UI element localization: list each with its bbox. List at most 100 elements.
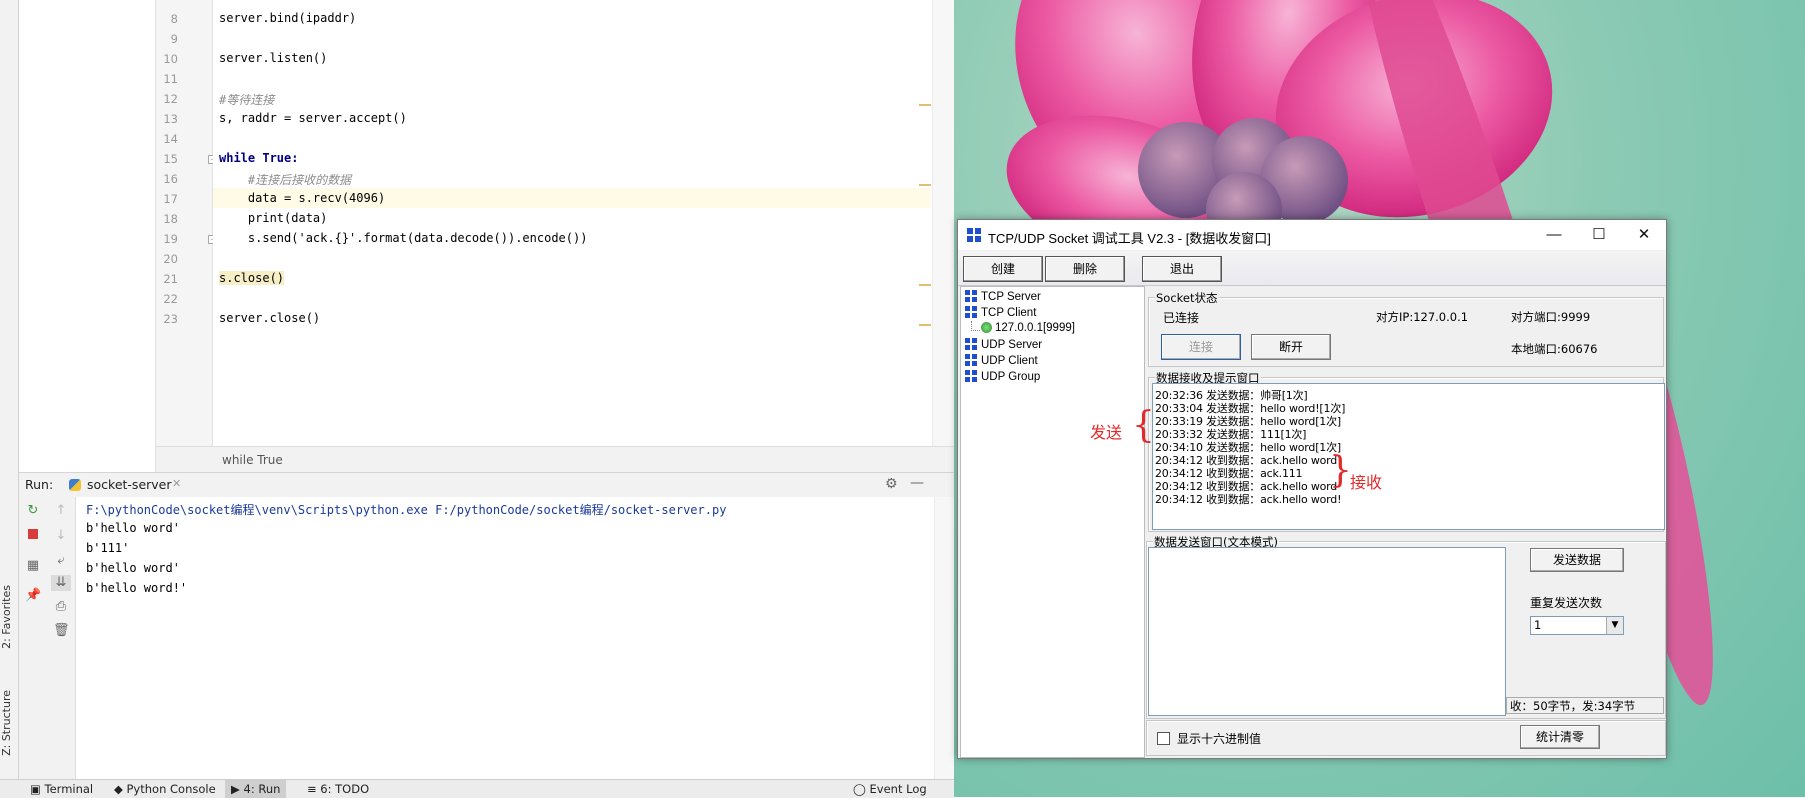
soft-wrap-icon[interactable]: ⤶ (53, 553, 69, 569)
app-icon (967, 228, 981, 242)
send-annotation: 发送 (1090, 423, 1123, 442)
console-line: b'hello word' (86, 561, 180, 575)
delete-button[interactable]: 删除 (1045, 256, 1125, 282)
terminal-tab[interactable]: ▣ Terminal (30, 782, 93, 796)
peer-port: 对方端口:9999 (1511, 310, 1591, 324)
run-panel-header: Run: socket-server ✕ ⚙ — (19, 472, 954, 498)
gutter-marker (919, 284, 931, 286)
code-line: s.send('ack.{}'.format(data.decode()).en… (219, 231, 588, 245)
minimize-icon[interactable]: — (1532, 220, 1576, 250)
console-output[interactable]: F:\pythonCode\socket编程\venv\Scripts\pyth… (76, 497, 934, 779)
trash-icon[interactable]: 🗑 (53, 623, 70, 639)
log-line: 20:34:12 收到数据：ack.hello word! (1155, 493, 1342, 506)
tree-item-udp-client[interactable]: UDP Client (965, 354, 1038, 367)
tree-label: UDP Client (981, 355, 1038, 367)
ide-window: 2: Favorites Z: Structure 8 9 10 11 12 1… (0, 0, 955, 798)
tree-label: 127.0.0.1[9999] (995, 322, 1075, 334)
run-tab-socket-server[interactable]: socket-server (87, 477, 172, 492)
up-arrow-icon[interactable]: ↑ (53, 503, 69, 519)
line-number: 12 (163, 92, 178, 106)
stop-icon[interactable] (25, 528, 41, 544)
layout-icon[interactable]: ▦ (25, 558, 41, 574)
gutter-marker (919, 324, 931, 326)
tree-item-tcp-client[interactable]: TCP Client (965, 306, 1036, 319)
down-arrow-icon[interactable]: ↓ (53, 528, 69, 544)
tab-label: 6: TODO (320, 782, 370, 796)
repeat-count-select[interactable]: 1 ▼ (1530, 616, 1624, 635)
line-number: 21 (163, 272, 178, 286)
maximize-icon[interactable]: ☐ (1577, 220, 1621, 250)
repeat-count-label: 重复发送次数 (1530, 596, 1603, 610)
line-number: 20 (163, 252, 178, 266)
editor-scrollbar[interactable] (932, 0, 955, 446)
title-bar[interactable]: TCP/UDP Socket 调试工具 V2.3 - [数据收发窗口] — ☐ … (958, 220, 1666, 250)
tab-label: Event Log (869, 782, 927, 796)
terminal-icon: ▣ (30, 782, 45, 796)
peer-ip: 对方IP:127.0.0.1 (1376, 310, 1469, 324)
code-line: s.close() (219, 271, 285, 285)
code-line: data = s.recv(4096) (219, 191, 386, 205)
favorites-tab[interactable]: 2: Favorites (0, 585, 18, 649)
tree-label: TCP Server (981, 291, 1041, 303)
clear-stats-button[interactable]: 统计清零 (1520, 725, 1600, 749)
hex-checkbox[interactable] (1157, 732, 1170, 745)
tree-item-udp-server[interactable]: UDP Server (965, 338, 1042, 351)
grid-icon (965, 306, 977, 318)
code-line: while True: (219, 151, 299, 165)
receive-annotation: 接收 (1350, 473, 1383, 492)
send-data-button[interactable]: 发送数据 (1530, 548, 1624, 572)
tree-label: UDP Group (981, 371, 1041, 383)
console-scrollbar[interactable] (934, 497, 955, 779)
minimize-panel-icon[interactable]: — (910, 475, 924, 491)
line-number: 14 (163, 132, 178, 146)
run-tab[interactable]: ▶ 4: Run (225, 780, 287, 798)
code-line: print(data) (219, 211, 328, 225)
window-title: TCP/UDP Socket 调试工具 V2.3 - [数据收发窗口] (988, 231, 1271, 246)
close-tab-icon[interactable]: ✕ (172, 477, 181, 490)
gutter-marker (919, 184, 931, 186)
gutter-marker (919, 104, 931, 106)
chevron-down-icon[interactable]: ▼ (1606, 617, 1623, 634)
run-icon: ▶ (231, 782, 244, 796)
code-line: #连接后接收的数据 (219, 173, 352, 187)
tree-item-tcp-server[interactable]: TCP Server (965, 290, 1041, 303)
group-label: Socket状态 (1155, 290, 1219, 306)
line-number: 9 (170, 32, 178, 46)
console-line: b'hello word' (86, 521, 180, 535)
line-number-gutter: 8 9 10 11 12 13 14 15 16 17 18 19 20 21 … (156, 0, 217, 446)
print-icon[interactable]: ⎙ (53, 599, 69, 615)
left-tool-strip: 2: Favorites Z: Structure (0, 0, 19, 797)
rerun-icon[interactable]: ↻ (25, 503, 41, 519)
event-log-tab[interactable]: ◯ Event Log (853, 782, 927, 796)
code-line: server.close() (219, 311, 321, 325)
todo-tab[interactable]: ≡ 6: TODO (307, 782, 369, 796)
pin-icon[interactable]: 📌 (25, 588, 41, 604)
line-number: 19 (163, 232, 178, 246)
disconnect-button[interactable]: 断开 (1251, 334, 1331, 360)
structure-tab[interactable]: Z: Structure (0, 690, 18, 756)
tree-item-client-node[interactable]: 127.0.0.1[9999] (981, 322, 1075, 334)
line-number: 8 (170, 12, 178, 26)
line-number: 15 (163, 152, 178, 166)
tree-item-udp-group[interactable]: UDP Group (965, 370, 1040, 383)
scroll-to-end-icon[interactable]: ⇊ (51, 575, 71, 591)
receive-log[interactable]: 20:32:36 发送数据：帅哥[1次] 20:33:04 发送数据：hello… (1152, 383, 1665, 530)
breadcrumb-item[interactable]: while True (222, 453, 283, 467)
python-console-tab[interactable]: ◆ Python Console (114, 782, 216, 796)
line-number: 17 (163, 192, 178, 206)
tab-label: Terminal (44, 782, 94, 796)
console-line: F:\pythonCode\socket编程\venv\Scripts\pyth… (86, 503, 727, 517)
close-icon[interactable]: ✕ (1622, 220, 1666, 250)
gear-icon[interactable]: ⚙ (885, 476, 898, 492)
select-value: 1 (1534, 618, 1542, 632)
breadcrumb[interactable]: while True (156, 446, 954, 473)
line-number: 13 (163, 112, 178, 126)
code-editor[interactable]: server.bind(ipaddr) server.listen() #等待连… (213, 0, 931, 446)
run-label: Run: (25, 477, 54, 492)
exit-button[interactable]: 退出 (1142, 256, 1222, 282)
connected-icon (981, 322, 992, 333)
project-pane (19, 0, 156, 472)
create-button[interactable]: 创建 (963, 256, 1043, 282)
send-textarea[interactable] (1148, 547, 1506, 716)
connect-button[interactable]: 连接 (1161, 334, 1241, 360)
